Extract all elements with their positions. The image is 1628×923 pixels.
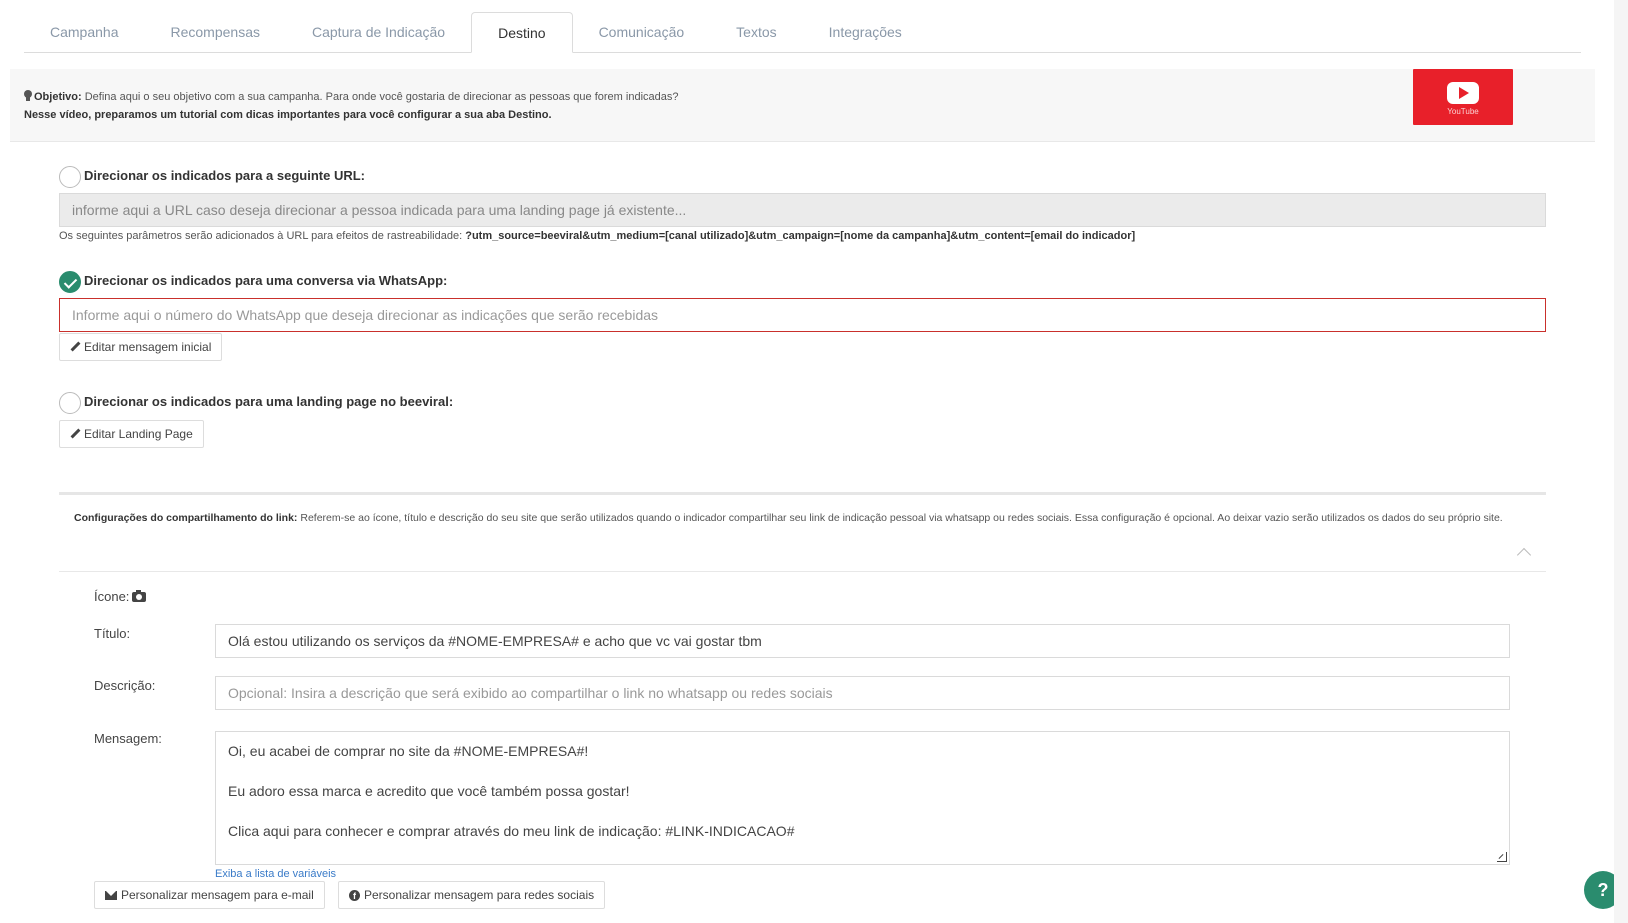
edit-initial-message-button[interactable]: Editar mensagem inicial — [59, 333, 223, 361]
pencil-icon — [70, 429, 80, 439]
tab-bar: Campanha Recompensas Captura de Indicaçã… — [24, 12, 1581, 53]
video-text: Nesse vídeo, preparamos um tutorial com … — [24, 109, 552, 121]
lightbulb-icon — [24, 90, 32, 101]
edit-landing-page-label: Editar Landing Page — [84, 427, 193, 441]
url-option-label: Direcionar os indicados para a seguinte … — [84, 168, 366, 183]
tab-comunicacao[interactable]: Comunicação — [573, 12, 711, 52]
objective-label: Objetivo: — [34, 91, 82, 103]
share-config-description: Configurações do compartilhamento do lin… — [74, 511, 1514, 526]
share-config-text: Referem-se ao ícone, título e descrição … — [297, 512, 1503, 524]
title-field-label: Título: — [94, 626, 131, 641]
url-input[interactable]: informe aqui a URL caso deseja direciona… — [59, 193, 1546, 227]
share-message-textarea[interactable]: Oi, eu acabei de comprar no site da #NOM… — [215, 731, 1510, 865]
tab-campanha[interactable]: Campanha — [24, 12, 145, 52]
landing-option-radio[interactable] — [59, 392, 81, 414]
url-option-radio[interactable] — [59, 166, 81, 188]
utm-hint-params: ?utm_source=beeviral&utm_medium=[canal u… — [465, 230, 1136, 242]
config-separator — [59, 571, 1546, 572]
message-line: Eu adoro essa marca e acredito que você … — [228, 783, 630, 799]
landing-option-label: Direcionar os indicados para uma landing… — [84, 394, 454, 409]
utm-hint-prefix: Os seguintes parâmetros serão adicionado… — [59, 230, 466, 242]
resize-handle-icon[interactable] — [1497, 852, 1507, 862]
customize-social-message-button[interactable]: f Personalizar mensagem para redes sociai… — [338, 881, 606, 909]
share-description-input[interactable]: Opcional: Insira a descrição que será ex… — [215, 676, 1510, 710]
customize-email-message-button[interactable]: Personalizar mensagem para e-mail — [94, 881, 325, 909]
page-scrollbar[interactable] — [1614, 0, 1628, 923]
section-divider — [59, 492, 1546, 495]
youtube-logo-label: YouTube — [1447, 107, 1479, 116]
share-config-title: Configurações do compartilhamento do lin… — [74, 512, 298, 524]
envelope-icon — [105, 890, 117, 900]
utm-hint: Os seguintes parâmetros serão adicionado… — [59, 230, 1135, 242]
chevron-up-icon[interactable] — [1516, 547, 1532, 563]
whatsapp-option-label: Direcionar os indicados para uma convers… — [84, 273, 448, 288]
tab-textos[interactable]: Textos — [710, 12, 802, 52]
tab-destino[interactable]: Destino — [471, 12, 573, 53]
share-title-input[interactable]: Olá estou utilizando os serviços da #NOM… — [215, 624, 1510, 658]
icon-label-text: Ícone: — [94, 589, 130, 604]
tab-integracoes[interactable]: Integrações — [803, 12, 928, 52]
customize-email-label: Personalizar mensagem para e-mail — [121, 888, 314, 902]
whatsapp-option-radio[interactable] — [59, 271, 81, 293]
youtube-video-button[interactable]: YouTube — [1413, 69, 1513, 125]
objective-line: Objetivo: Defina aqui o seu objetivo com… — [24, 90, 678, 103]
edit-initial-message-label: Editar mensagem inicial — [84, 340, 212, 354]
youtube-play-icon — [1447, 82, 1479, 104]
objective-text: Defina aqui o seu objetivo com a sua cam… — [81, 91, 679, 103]
customize-social-label: Personalizar mensagem para redes sociais — [364, 888, 595, 902]
message-line: Oi, eu acabei de comprar no site da #NOM… — [228, 743, 589, 759]
whatsapp-number-input[interactable]: Informe aqui o número do WhatsApp que de… — [59, 298, 1546, 332]
pencil-icon — [70, 342, 80, 352]
camera-icon[interactable] — [132, 590, 147, 602]
description-field-label: Descrição: — [94, 678, 156, 693]
variables-list-link[interactable]: Exiba a lista de variáveis — [215, 868, 336, 880]
message-line: Clica aqui para conhecer e comprar atrav… — [228, 823, 795, 839]
tab-recompensas[interactable]: Recompensas — [145, 12, 287, 52]
edit-landing-page-button[interactable]: Editar Landing Page — [59, 420, 204, 448]
tab-captura-de-indicacao[interactable]: Captura de Indicação — [286, 12, 471, 52]
icon-field-label: Ícone: — [94, 589, 147, 604]
objective-banner: Objetivo: Defina aqui o seu objetivo com… — [10, 69, 1595, 142]
message-field-label: Mensagem: — [94, 731, 162, 746]
facebook-icon: f — [349, 889, 360, 901]
